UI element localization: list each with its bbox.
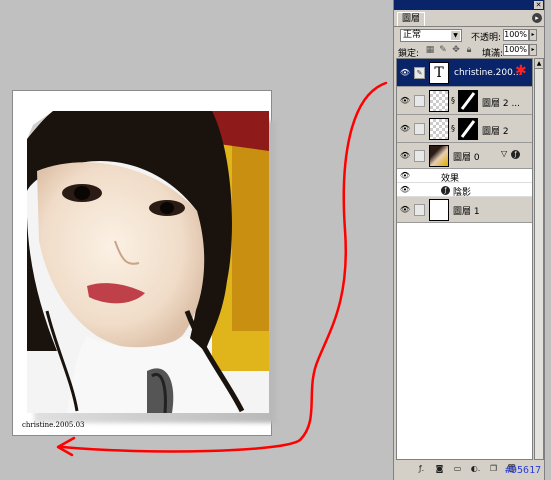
blend-mode-select[interactable]: 正常 ▼ (400, 29, 462, 42)
eye-icon[interactable]: 👁︎ (399, 123, 411, 135)
drop-shadow-effect-row[interactable]: 👁︎ ƒ 陰影 (397, 183, 532, 198)
layer-name: 圖層 0 (453, 153, 480, 163)
panel-tab-row: 圖層 ▸ (394, 10, 544, 27)
photo-layer-thumbnail (429, 145, 449, 167)
fill-slider-button[interactable]: ▸ (529, 44, 537, 56)
brush-icon[interactable] (414, 150, 425, 162)
text-layer-thumbnail: T (429, 62, 449, 84)
brush-icon[interactable] (414, 123, 425, 135)
opacity-slider-button[interactable]: ▸ (529, 29, 537, 41)
watermark-id: #95617 (505, 465, 542, 476)
eye-icon[interactable]: 👁︎ (399, 204, 411, 216)
scroll-up-icon[interactable]: ▲ (535, 59, 543, 69)
new-group-icon[interactable]: ▭ (452, 463, 463, 474)
eye-icon[interactable]: 👁︎ (399, 67, 411, 79)
opacity-label: 不透明: (471, 33, 502, 43)
layer-mask-thumbnail[interactable] (458, 118, 478, 140)
layer-name: christine.200... (454, 68, 522, 78)
eye-icon[interactable]: 👁︎ (399, 150, 411, 162)
fill-input[interactable]: 100% (503, 44, 529, 56)
layers-panel: ✕ 圖層 ▸ 正常 ▼ 不透明: 100% ▸ 鎖定: ▦ ✎ ✥ 🔒︎ 填滿:… (393, 0, 545, 480)
layer-name: 圖層 1 (453, 207, 480, 217)
layer-list: 👁︎ ✎ T christine.200... ✱ 👁︎ § 圖層 2 ... … (396, 58, 533, 460)
new-layer-icon[interactable]: ❐ (488, 463, 499, 474)
layer-list-scrollbar[interactable]: ▲ (534, 58, 544, 460)
lock-transparency-icon[interactable]: ▦ (425, 45, 435, 55)
new-adjustment-layer-icon[interactable]: ◐. (470, 463, 481, 474)
layer-row-layer0[interactable]: 👁︎ 圖層 0 ▽ ƒ (397, 143, 532, 169)
layer-row-layer1[interactable]: 👁︎ 圖層 1 (397, 197, 532, 223)
layer-name: 圖層 2 (482, 127, 509, 137)
add-layer-style-icon[interactable]: ƒ. (416, 463, 427, 474)
close-icon[interactable]: ✕ (534, 1, 543, 9)
layer-name: 圖層 2 ... (482, 99, 521, 109)
link-chain-icon[interactable]: § (451, 96, 456, 105)
layer-thumbnail (429, 118, 449, 140)
panel-menu-icon[interactable]: ▸ (532, 13, 542, 23)
add-mask-icon[interactable]: ◙ (434, 463, 445, 474)
lock-all-icon[interactable]: 🔒︎ (464, 45, 474, 55)
eye-icon[interactable]: 👁︎ (399, 184, 411, 196)
lock-paint-icon[interactable]: ✎ (438, 45, 448, 55)
layer-style-icon: ƒ (441, 185, 450, 195)
layer-thumbnail (429, 199, 449, 221)
brush-icon[interactable] (414, 95, 425, 107)
expand-effects-icon[interactable]: ▽ (501, 149, 507, 158)
brush-icon[interactable]: ✎ (414, 67, 425, 79)
panel-titlebar[interactable]: ✕ (394, 0, 544, 10)
layer-thumbnail (429, 90, 449, 112)
link-chain-icon[interactable]: § (451, 124, 456, 133)
layer-row-layer2[interactable]: 👁︎ § 圖層 2 (397, 115, 532, 143)
eye-icon[interactable]: 👁︎ (399, 170, 411, 182)
blend-mode-value: 正常 (403, 30, 422, 40)
eye-icon[interactable]: 👁︎ (399, 95, 411, 107)
red-asterisk-mark: ✱ (515, 63, 527, 79)
layer-mask-thumbnail[interactable] (458, 90, 478, 112)
opacity-input[interactable]: 100% (503, 29, 529, 41)
lock-move-icon[interactable]: ✥ (451, 45, 461, 55)
layer-row-text[interactable]: 👁︎ ✎ T christine.200... ✱ (397, 59, 532, 87)
chevron-down-icon: ▼ (451, 31, 460, 40)
effects-row[interactable]: 👁︎ 效果 (397, 169, 532, 184)
brush-icon[interactable] (414, 204, 425, 216)
tab-layers[interactable]: 圖層 (397, 12, 426, 26)
layer-row-layer2-copy[interactable]: 👁︎ § 圖層 2 ... (397, 87, 532, 115)
layer-style-icon[interactable]: ƒ (511, 149, 520, 159)
